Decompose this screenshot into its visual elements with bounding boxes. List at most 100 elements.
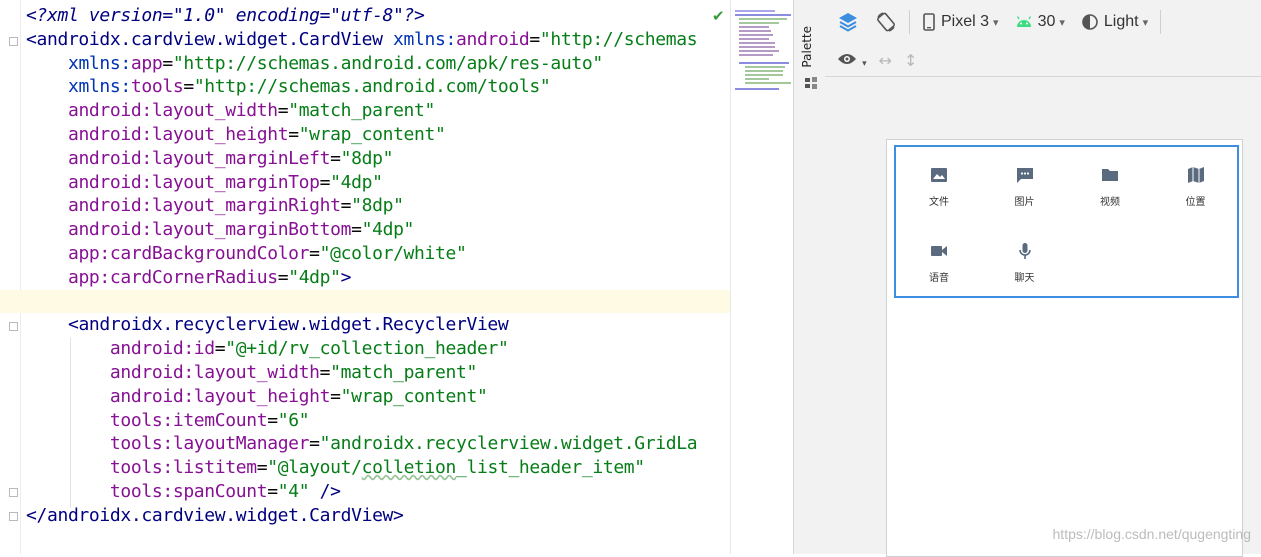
code-token: "4dp": [288, 266, 341, 288]
code-line[interactable]: tools:spanCount="4" />: [26, 480, 730, 504]
code-token: "4dp": [330, 171, 383, 193]
code-token: <?xml version="1.0" encoding="utf-8"?>: [26, 5, 425, 26]
code-line[interactable]: tools:listitem="@layout/colletion_list_h…: [26, 456, 730, 480]
code-line[interactable]: xmlns:app="http://schemas.android.com/ap…: [26, 52, 730, 76]
grid-item[interactable]: 视频: [1067, 155, 1153, 225]
layers-icon[interactable]: [833, 8, 863, 36]
code-line[interactable]: [0, 289, 730, 314]
code-token: "http://schemas.android.com/apk/res-auto…: [172, 52, 603, 74]
code-token: android:layout_width: [67, 100, 278, 122]
code-line[interactable]: android:layout_marginBottom="4dp": [26, 218, 730, 242]
code-token: app:cardCornerRadius: [67, 266, 278, 288]
grid-item[interactable]: 聊天: [982, 231, 1068, 301]
code-line[interactable]: tools:itemCount="6": [26, 409, 730, 433]
grid-item-label: 位置: [1185, 197, 1206, 208]
fold-marker[interactable]: [9, 488, 18, 497]
editor-gutter: [0, 0, 21, 554]
code-token: tools:listitem: [109, 457, 257, 479]
code-line[interactable]: android:layout_width="match_parent": [26, 99, 730, 123]
device-selector[interactable]: Pixel 3 ▾: [918, 8, 1003, 36]
grid-item[interactable]: 位置: [1153, 155, 1239, 225]
code-line[interactable]: android:layout_marginRight="8dp": [26, 194, 730, 218]
code-line[interactable]: xmlns:tools="http://schemas.android.com/…: [26, 75, 730, 99]
component-tree-icon[interactable]: [804, 76, 818, 93]
toolbar-divider: [909, 10, 910, 34]
code-token: "wrap_content": [298, 123, 446, 145]
code-token: "4": [277, 480, 310, 502]
code-token: "@layout/: [267, 457, 362, 479]
code-token: android:layout_height: [109, 385, 331, 407]
grid-item[interactable]: 文件: [896, 155, 982, 225]
design-canvas[interactable]: 文件 图片 视频 位置语音 聊天: [825, 76, 1261, 557]
api-level-selector[interactable]: 30 ▾: [1011, 8, 1069, 36]
code-token: =: [330, 385, 341, 407]
code-line[interactable]: app:cardBackgroundColor="@color/white": [26, 242, 730, 266]
design-toolbar: Pixel 3 ▾ 30 ▾ Light ▾: [825, 0, 1261, 44]
code-token: xmlns:: [393, 28, 456, 50]
code-line[interactable]: tools:layoutManager="androidx.recyclervi…: [26, 432, 730, 456]
code-token: "4dp": [361, 219, 415, 241]
code-line[interactable]: <androidx.recyclerview.widget.RecyclerVi…: [26, 313, 730, 337]
view-options-toolbar: ▾ ↔ ↕: [825, 44, 1261, 76]
code-token: tools:spanCount: [109, 480, 268, 502]
code-line[interactable]: android:layout_height="wrap_content": [26, 123, 730, 147]
code-line[interactable]: android:id="@+id/rv_collection_header": [26, 337, 730, 361]
code-line[interactable]: android:layout_height="wrap_content": [26, 385, 730, 409]
code-token: "androidx.recyclerview.widget.GridLa: [319, 433, 698, 455]
chevron-down-icon: ▾: [993, 16, 999, 29]
code-token: =: [309, 242, 320, 264]
code-line[interactable]: android:layout_width="match_parent": [26, 361, 730, 385]
code-token: =: [256, 457, 268, 479]
code-token: </androidx.cardview.widget.CardView>: [26, 504, 404, 526]
code-token: android:layout_width: [109, 361, 320, 383]
watermark-text: https://blog.csdn.net/qugengting: [1052, 526, 1251, 542]
code-token: app:cardBackgroundColor: [67, 242, 310, 264]
toolbar-divider: [1160, 10, 1162, 34]
fold-marker[interactable]: [9, 37, 18, 46]
mic-icon: [1015, 241, 1035, 261]
code-line[interactable]: android:layout_marginTop="4dp": [26, 171, 730, 195]
code-editor[interactable]: <?xml version="1.0" encoding="utf-8"?> <a…: [0, 0, 730, 554]
code-line[interactable]: <androidx.cardview.widget.CardView xmlns…: [26, 28, 730, 52]
minimap[interactable]: [730, 0, 794, 554]
map-icon: [1186, 165, 1206, 185]
device-preview[interactable]: 文件 图片 视频 位置语音 聊天: [886, 139, 1243, 557]
code-line[interactable]: app:cardCornerRadius="4dp">: [26, 266, 730, 290]
code-token: "8dp": [340, 147, 394, 169]
code-line[interactable]: <?xml version="1.0" encoding="utf-8"?>: [26, 4, 730, 28]
code-token: tools:layoutManager: [109, 433, 310, 455]
code-line[interactable]: </androidx.cardview.widget.CardView>: [26, 504, 730, 528]
code-token: =: [277, 100, 289, 122]
code-lines[interactable]: <?xml version="1.0" encoding="utf-8"?> <a…: [0, 4, 730, 528]
code-token: =: [162, 52, 173, 74]
vertical-resize-icon[interactable]: ↕: [904, 51, 917, 70]
fold-marker[interactable]: [9, 322, 18, 331]
theme-selector[interactable]: Light ▾: [1077, 8, 1152, 36]
rotate-icon[interactable]: [871, 8, 901, 36]
eye-icon[interactable]: ▾: [837, 51, 867, 70]
code-token: =: [340, 195, 352, 217]
code-token: "8dp": [351, 195, 404, 217]
palette-sidebar[interactable]: Palette: [793, 0, 826, 554]
grid-item[interactable]: 语音: [896, 231, 982, 301]
code-token: _list_header_item": [456, 457, 645, 479]
code-token: <androidx.recyclerview.widget.RecyclerVi…: [67, 314, 509, 336]
code-line[interactable]: android:layout_marginLeft="8dp": [26, 147, 730, 171]
code-token: android:layout_marginBottom: [67, 219, 352, 241]
chat-icon: [1015, 165, 1035, 185]
grid-item[interactable]: 图片: [982, 155, 1068, 225]
cardview-preview[interactable]: 文件 图片 视频 位置语音 聊天: [894, 145, 1239, 298]
fold-marker[interactable]: [9, 512, 18, 521]
horizontal-resize-icon[interactable]: ↔: [879, 51, 892, 70]
palette-tab[interactable]: Palette: [800, 26, 814, 68]
